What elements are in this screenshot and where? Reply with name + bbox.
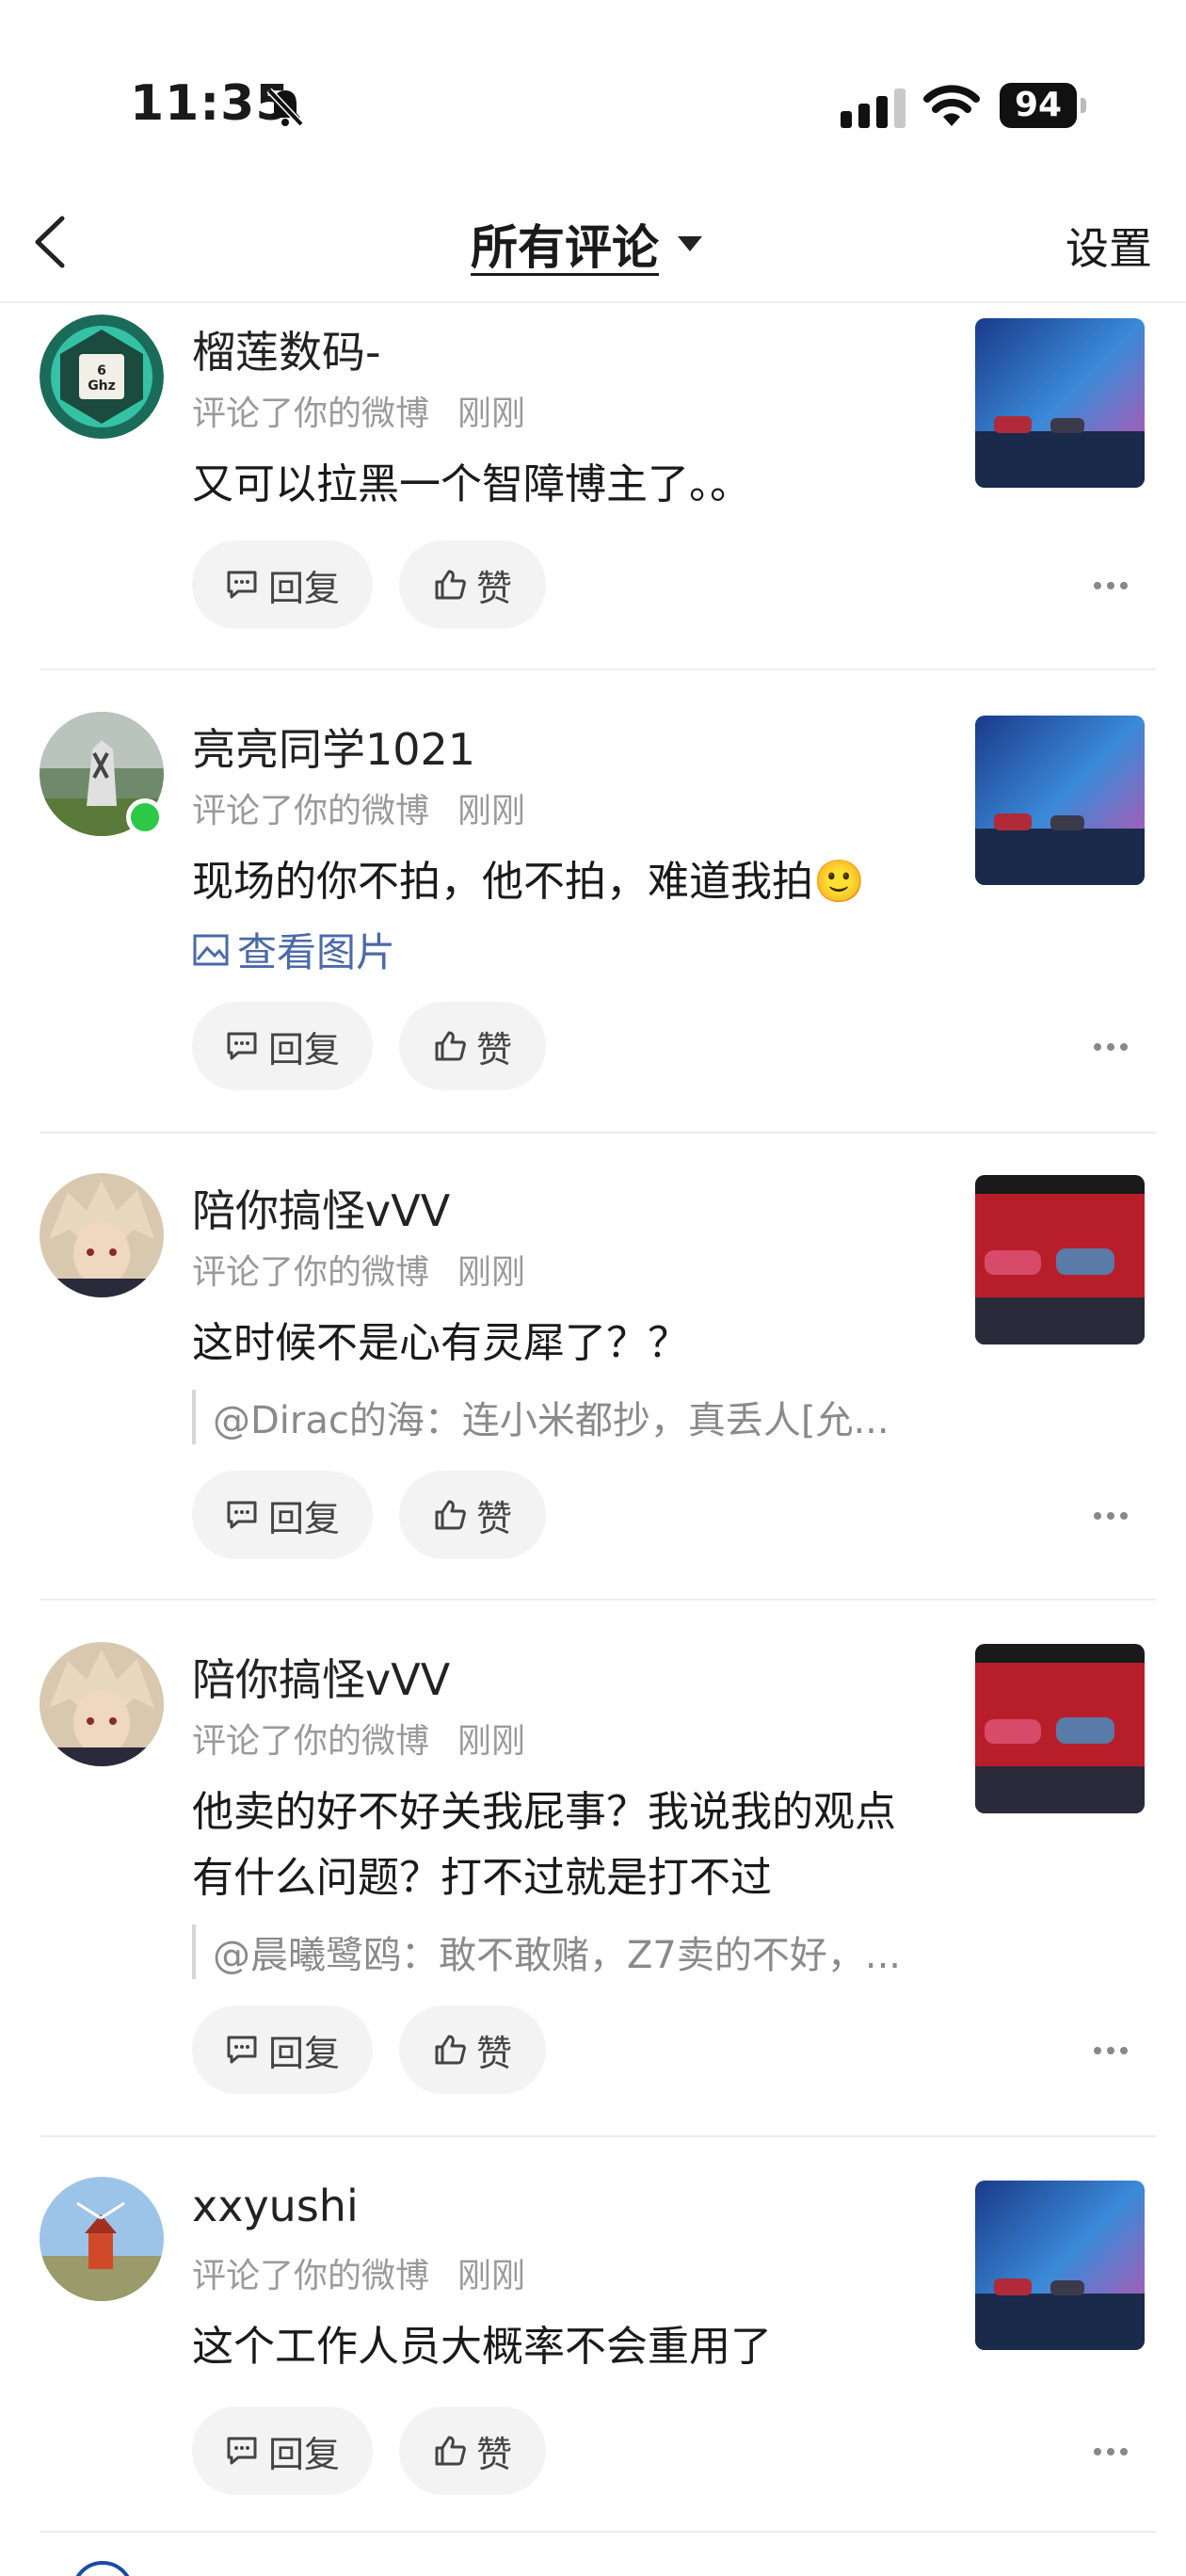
- like-label: 赞: [475, 1028, 512, 1071]
- caret-down-icon: [678, 236, 702, 251]
- like-button[interactable]: 赞: [399, 540, 546, 629]
- post-thumbnail[interactable]: [975, 2181, 1145, 2350]
- reply-button[interactable]: 回复: [192, 2407, 373, 2495]
- post-thumbnail[interactable]: [975, 1175, 1145, 1344]
- reply-button[interactable]: 回复: [192, 540, 373, 629]
- wifi-icon: [923, 85, 980, 126]
- comment-meta: 评论了你的微博 刚刚: [192, 783, 525, 832]
- username[interactable]: 陪你搞怪vVV: [192, 1646, 450, 1708]
- reply-button[interactable]: 回复: [192, 2005, 373, 2094]
- username[interactable]: 榴莲数码-: [192, 318, 381, 380]
- svg-text:Ghz: Ghz: [88, 378, 116, 394]
- username[interactable]: 陪你搞怪vVV: [192, 1177, 450, 1239]
- username[interactable]: 亮亮同学1021: [192, 716, 475, 778]
- settings-button[interactable]: 设置: [1066, 215, 1152, 277]
- divider: [40, 1599, 1156, 1601]
- reply-label: 回复: [267, 567, 340, 609]
- page-title: 所有评论: [471, 220, 659, 275]
- comment-text: 这时候不是心有灵犀了？？: [192, 1319, 689, 1367]
- avatar[interactable]: [40, 1642, 164, 1766]
- comment-action: 评论了你的微博: [192, 2257, 430, 2295]
- view-image-label: 查看图片: [237, 929, 396, 975]
- quoted-comment[interactable]: @Dirac的海：连小米都抄，真丢人[允...: [192, 1390, 928, 1444]
- reply-label: 回复: [267, 2032, 340, 2074]
- more-icon[interactable]: [1092, 2446, 1130, 2457]
- comment-time: 刚刚: [457, 2257, 526, 2295]
- avatar[interactable]: [72, 2561, 134, 2576]
- like-button[interactable]: 赞: [399, 2005, 546, 2094]
- more-icon[interactable]: [1092, 1510, 1130, 1521]
- quoted-comment[interactable]: @晨曦鹭鸥：敢不敢赌，Z7卖的不好，...: [192, 1924, 928, 1979]
- post-thumbnail[interactable]: [975, 318, 1145, 488]
- comment-time: 刚刚: [457, 1253, 526, 1292]
- signal-icon: [841, 89, 906, 128]
- divider: [40, 2531, 1156, 2533]
- nav-bar: 所有评论 设置: [0, 188, 1186, 303]
- like-button[interactable]: 赞: [399, 2407, 546, 2495]
- divider: [40, 2135, 1156, 2137]
- bell-slash-icon: [266, 88, 304, 127]
- reply-label: 回复: [267, 2433, 340, 2475]
- battery-icon: 94: [1000, 83, 1086, 128]
- like-label: 赞: [475, 1497, 512, 1539]
- comment-text: 他卖的好不好关我屁事？我说我的观点有什么问题？打不过就是打不过: [192, 1788, 896, 1902]
- image-icon: [193, 934, 229, 965]
- svg-text:6: 6: [97, 363, 106, 378]
- reply-button[interactable]: 回复: [192, 1002, 373, 1090]
- username[interactable]: xxyushi: [192, 2181, 359, 2231]
- thumbs-up-icon: [435, 1031, 466, 1061]
- reply-button[interactable]: 回复: [192, 1471, 373, 1559]
- avatar[interactable]: 6 Ghz: [40, 314, 164, 439]
- comment-action: 评论了你的微博: [192, 1722, 430, 1761]
- like-label: 赞: [475, 2433, 512, 2475]
- battery-level: 94: [1000, 83, 1077, 128]
- chevron-left-icon[interactable]: [28, 209, 73, 275]
- like-label: 赞: [475, 2032, 512, 2074]
- comment-icon: [227, 2437, 257, 2465]
- view-image-link[interactable]: 查看图片: [192, 921, 395, 978]
- comment-time: 刚刚: [457, 792, 526, 830]
- more-icon[interactable]: [1092, 2045, 1130, 2056]
- like-button[interactable]: 赞: [399, 1471, 546, 1559]
- comment-text: 这个工作人员大概率不会重用了: [192, 2323, 772, 2371]
- comment-action: 评论了你的微博: [192, 1253, 430, 1292]
- comment-icon: [227, 1032, 257, 1060]
- comment-action: 评论了你的微博: [192, 394, 430, 433]
- comment-action: 评论了你的微博: [192, 792, 430, 830]
- reply-label: 回复: [267, 1028, 340, 1071]
- comment-meta: 评论了你的微博 刚刚: [192, 2248, 525, 2297]
- like-label: 赞: [475, 567, 512, 609]
- reply-label: 回复: [267, 1497, 340, 1539]
- thumbs-up-icon: [435, 570, 466, 600]
- comment-icon: [227, 2036, 257, 2064]
- thumbs-up-icon: [435, 1500, 466, 1530]
- comment-text: 现场的你不拍，他不拍，难道我拍🙂: [192, 858, 865, 906]
- thumbs-up-icon: [435, 2436, 466, 2466]
- comment-meta: 评论了你的微博 刚刚: [192, 1714, 525, 1763]
- comment-meta: 评论了你的微博 刚刚: [192, 386, 525, 435]
- post-thumbnail[interactable]: [975, 716, 1145, 885]
- more-icon[interactable]: [1092, 580, 1130, 591]
- more-icon[interactable]: [1092, 1041, 1130, 1053]
- comment-icon: [227, 571, 257, 599]
- comment-meta: 评论了你的微博 刚刚: [192, 1245, 525, 1294]
- post-thumbnail[interactable]: [975, 1644, 1145, 1813]
- avatar[interactable]: [40, 1173, 164, 1297]
- thumbs-up-icon: [435, 2035, 466, 2065]
- like-button[interactable]: 赞: [399, 1002, 546, 1090]
- divider: [40, 1132, 1156, 1134]
- comment-icon: [227, 1501, 257, 1529]
- comment-text: 又可以拉黑一个智障博主了。。: [192, 460, 751, 508]
- comment-filter-dropdown[interactable]: 所有评论: [471, 211, 702, 277]
- comment-time: 刚刚: [457, 1722, 526, 1761]
- status-bar: 11:35 94: [0, 0, 1186, 188]
- divider: [40, 668, 1156, 670]
- comment-time: 刚刚: [457, 394, 526, 433]
- avatar[interactable]: [40, 2177, 164, 2301]
- online-status-dot: [126, 798, 164, 836]
